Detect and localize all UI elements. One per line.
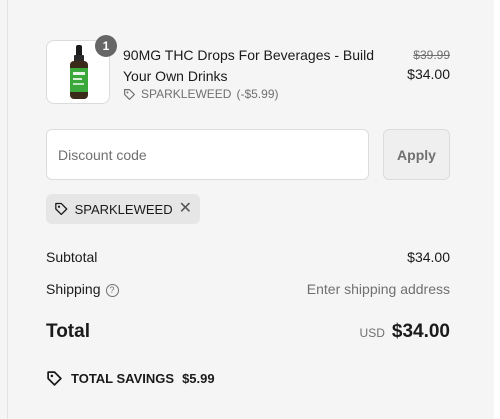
total-amount-wrap: USD $34.00 xyxy=(360,321,450,343)
subtotal-row: Subtotal $34.00 xyxy=(46,249,450,265)
tag-icon xyxy=(47,371,62,386)
close-icon[interactable]: ✕ xyxy=(179,201,192,217)
line-item: 1 90MG THC Drops For Beverages - Build Y… xyxy=(46,35,450,106)
total-savings: TOTAL SAVINGS $5.99 xyxy=(46,370,215,387)
savings-value: $5.99 xyxy=(182,371,215,386)
quantity-badge: 1 xyxy=(95,35,117,57)
applied-discount-code: SPARKLEWEED xyxy=(74,201,173,217)
shipping-label: Shipping xyxy=(46,281,101,297)
savings-label: TOTAL SAVINGS xyxy=(71,371,175,386)
line-item-discount: SPARKLEWEED (-$5.99) xyxy=(123,87,279,101)
price-block: $39.99 $34.00 xyxy=(407,47,450,85)
subtotal-value: $34.00 xyxy=(407,249,450,265)
currency-code: USD xyxy=(359,326,385,340)
total-amount: $34.00 xyxy=(391,321,450,342)
line-item-discount-amount: (-$5.99) xyxy=(236,87,279,101)
apply-button[interactable]: Apply xyxy=(383,129,450,180)
shipping-label-wrap: Shipping? xyxy=(46,281,119,297)
total-label: Total xyxy=(46,321,90,342)
page-edge xyxy=(494,0,500,419)
subtotal-label: Subtotal xyxy=(46,249,98,265)
discount-form: Apply xyxy=(46,129,450,180)
applied-discount-chip: SPARKLEWEED ✕ xyxy=(46,194,200,224)
discount-code-input[interactable] xyxy=(46,129,369,180)
tag-icon xyxy=(124,88,135,100)
shipping-value: Enter shipping address xyxy=(306,281,450,297)
question-icon[interactable]: ? xyxy=(105,283,119,297)
line-item-price: $34.00 xyxy=(407,66,450,82)
line-item-discount-code: SPARKLEWEED xyxy=(141,87,232,101)
shipping-row: Shipping? Enter shipping address xyxy=(46,281,450,297)
tag-icon xyxy=(55,202,68,216)
compare-at-price: $39.99 xyxy=(413,48,450,62)
product-title: 90MG THC Drops For Beverages - Build You… xyxy=(123,47,375,84)
total-row: Total USD $34.00 xyxy=(46,321,450,343)
